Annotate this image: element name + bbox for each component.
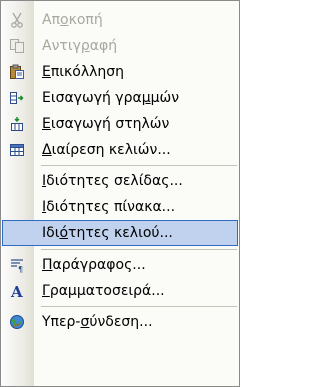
menu-item-table-properties[interactable]: Ιδιότητες πίνακα...: [2, 194, 238, 220]
menu-item-label: Εισαγωγή γραμμών: [42, 90, 180, 106]
split-cells-icon: [8, 141, 26, 159]
menu-item-label: Εισαγωγή στηλών: [42, 116, 170, 132]
menu-item-copy[interactable]: Αντιγραφή: [2, 33, 238, 59]
menu-separator: [41, 306, 237, 307]
menu-item-paragraph[interactable]: ¶ Παράγραφος...: [2, 252, 238, 278]
menu-item-label: Υπερ-σύνδεση...: [42, 314, 153, 330]
insert-rows-icon: [8, 89, 26, 107]
menu-item-label: Επικόλληση: [42, 64, 125, 80]
hyperlink-icon: [8, 313, 26, 331]
menu-item-label: Αντιγραφή: [42, 38, 118, 54]
menu-item-label: Ιδιότητες πίνακα...: [42, 199, 176, 215]
context-menu: Αποκοπή Αντιγραφή Επικόλληση Εισαγωγή γρ…: [0, 0, 240, 387]
svg-text:¶: ¶: [18, 265, 23, 273]
menu-item-insert-rows[interactable]: Εισαγωγή γραμμών: [2, 85, 238, 111]
svg-text:A: A: [10, 283, 23, 299]
paragraph-icon: ¶: [8, 256, 26, 274]
menu-item-label: Παράγραφος...: [42, 257, 146, 273]
menu-item-label: Γραμματοσειρά...: [42, 283, 165, 299]
menu-item-font[interactable]: A Γραμματοσειρά...: [2, 278, 238, 304]
insert-columns-icon: [8, 115, 26, 133]
menu-item-hyperlink[interactable]: Υπερ-σύνδεση...: [2, 309, 238, 335]
menu-item-label: Ιδιότητες σελίδας...: [42, 173, 183, 189]
menu-item-split-cells[interactable]: Διαίρεση κελιών...: [2, 137, 238, 163]
menu-separator: [41, 249, 237, 250]
copy-icon: [8, 37, 26, 55]
paste-icon: [8, 63, 26, 81]
menu-item-cut[interactable]: Αποκοπή: [2, 7, 238, 33]
menu-item-label: Ιδιότητες κελιού...: [42, 225, 173, 241]
menu-separator: [41, 165, 237, 166]
font-icon: A: [8, 282, 26, 300]
menu-item-insert-columns[interactable]: Εισαγωγή στηλών: [2, 111, 238, 137]
menu-item-label: Αποκοπή: [42, 12, 103, 28]
menu-item-label: Διαίρεση κελιών...: [42, 142, 171, 158]
menu-item-paste[interactable]: Επικόλληση: [2, 59, 238, 85]
menu-item-cell-properties[interactable]: Ιδιότητες κελιού...: [2, 220, 238, 246]
scissors-icon: [8, 11, 26, 29]
menu-item-page-properties[interactable]: Ιδιότητες σελίδας...: [2, 168, 238, 194]
